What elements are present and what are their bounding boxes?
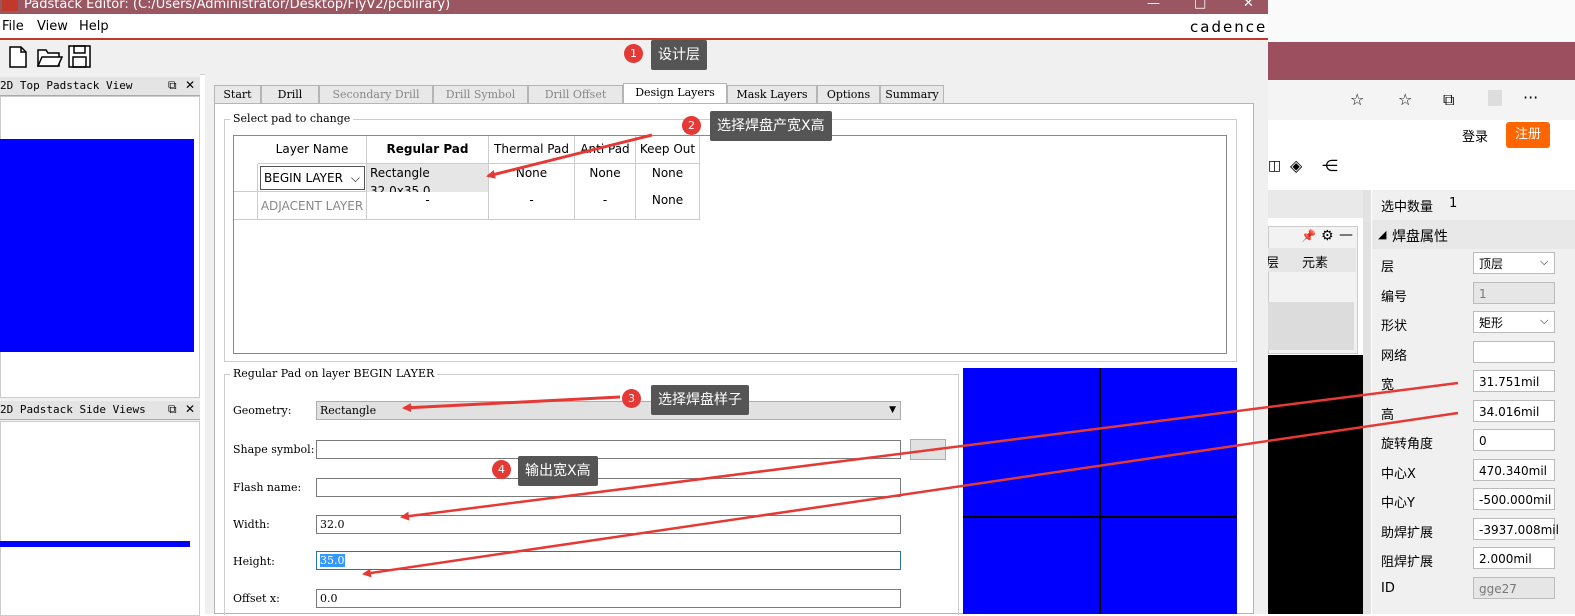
annotation-badge-2: 2 [682, 116, 701, 135]
arrow-to-geometry [402, 395, 621, 413]
arrow-width-to-width [400, 381, 1459, 521]
annotation-callout-3: 选择焊盘样子 [651, 385, 749, 415]
annotation-badge-4: 4 [492, 460, 511, 479]
annotation-badge-3: 3 [622, 389, 641, 408]
annotation-callout-2: 选择焊盘产宽X高 [710, 111, 832, 141]
annotation-callout-1: 设计层 [651, 40, 707, 70]
annotation-arrows [362, 133, 1459, 578]
annotation-badge-1: 1 [624, 44, 643, 63]
arrow-height-to-height [362, 411, 1459, 578]
arrow-to-regular-pad [486, 133, 653, 179]
annotation-callout-4: 输出宽X高 [518, 456, 598, 486]
